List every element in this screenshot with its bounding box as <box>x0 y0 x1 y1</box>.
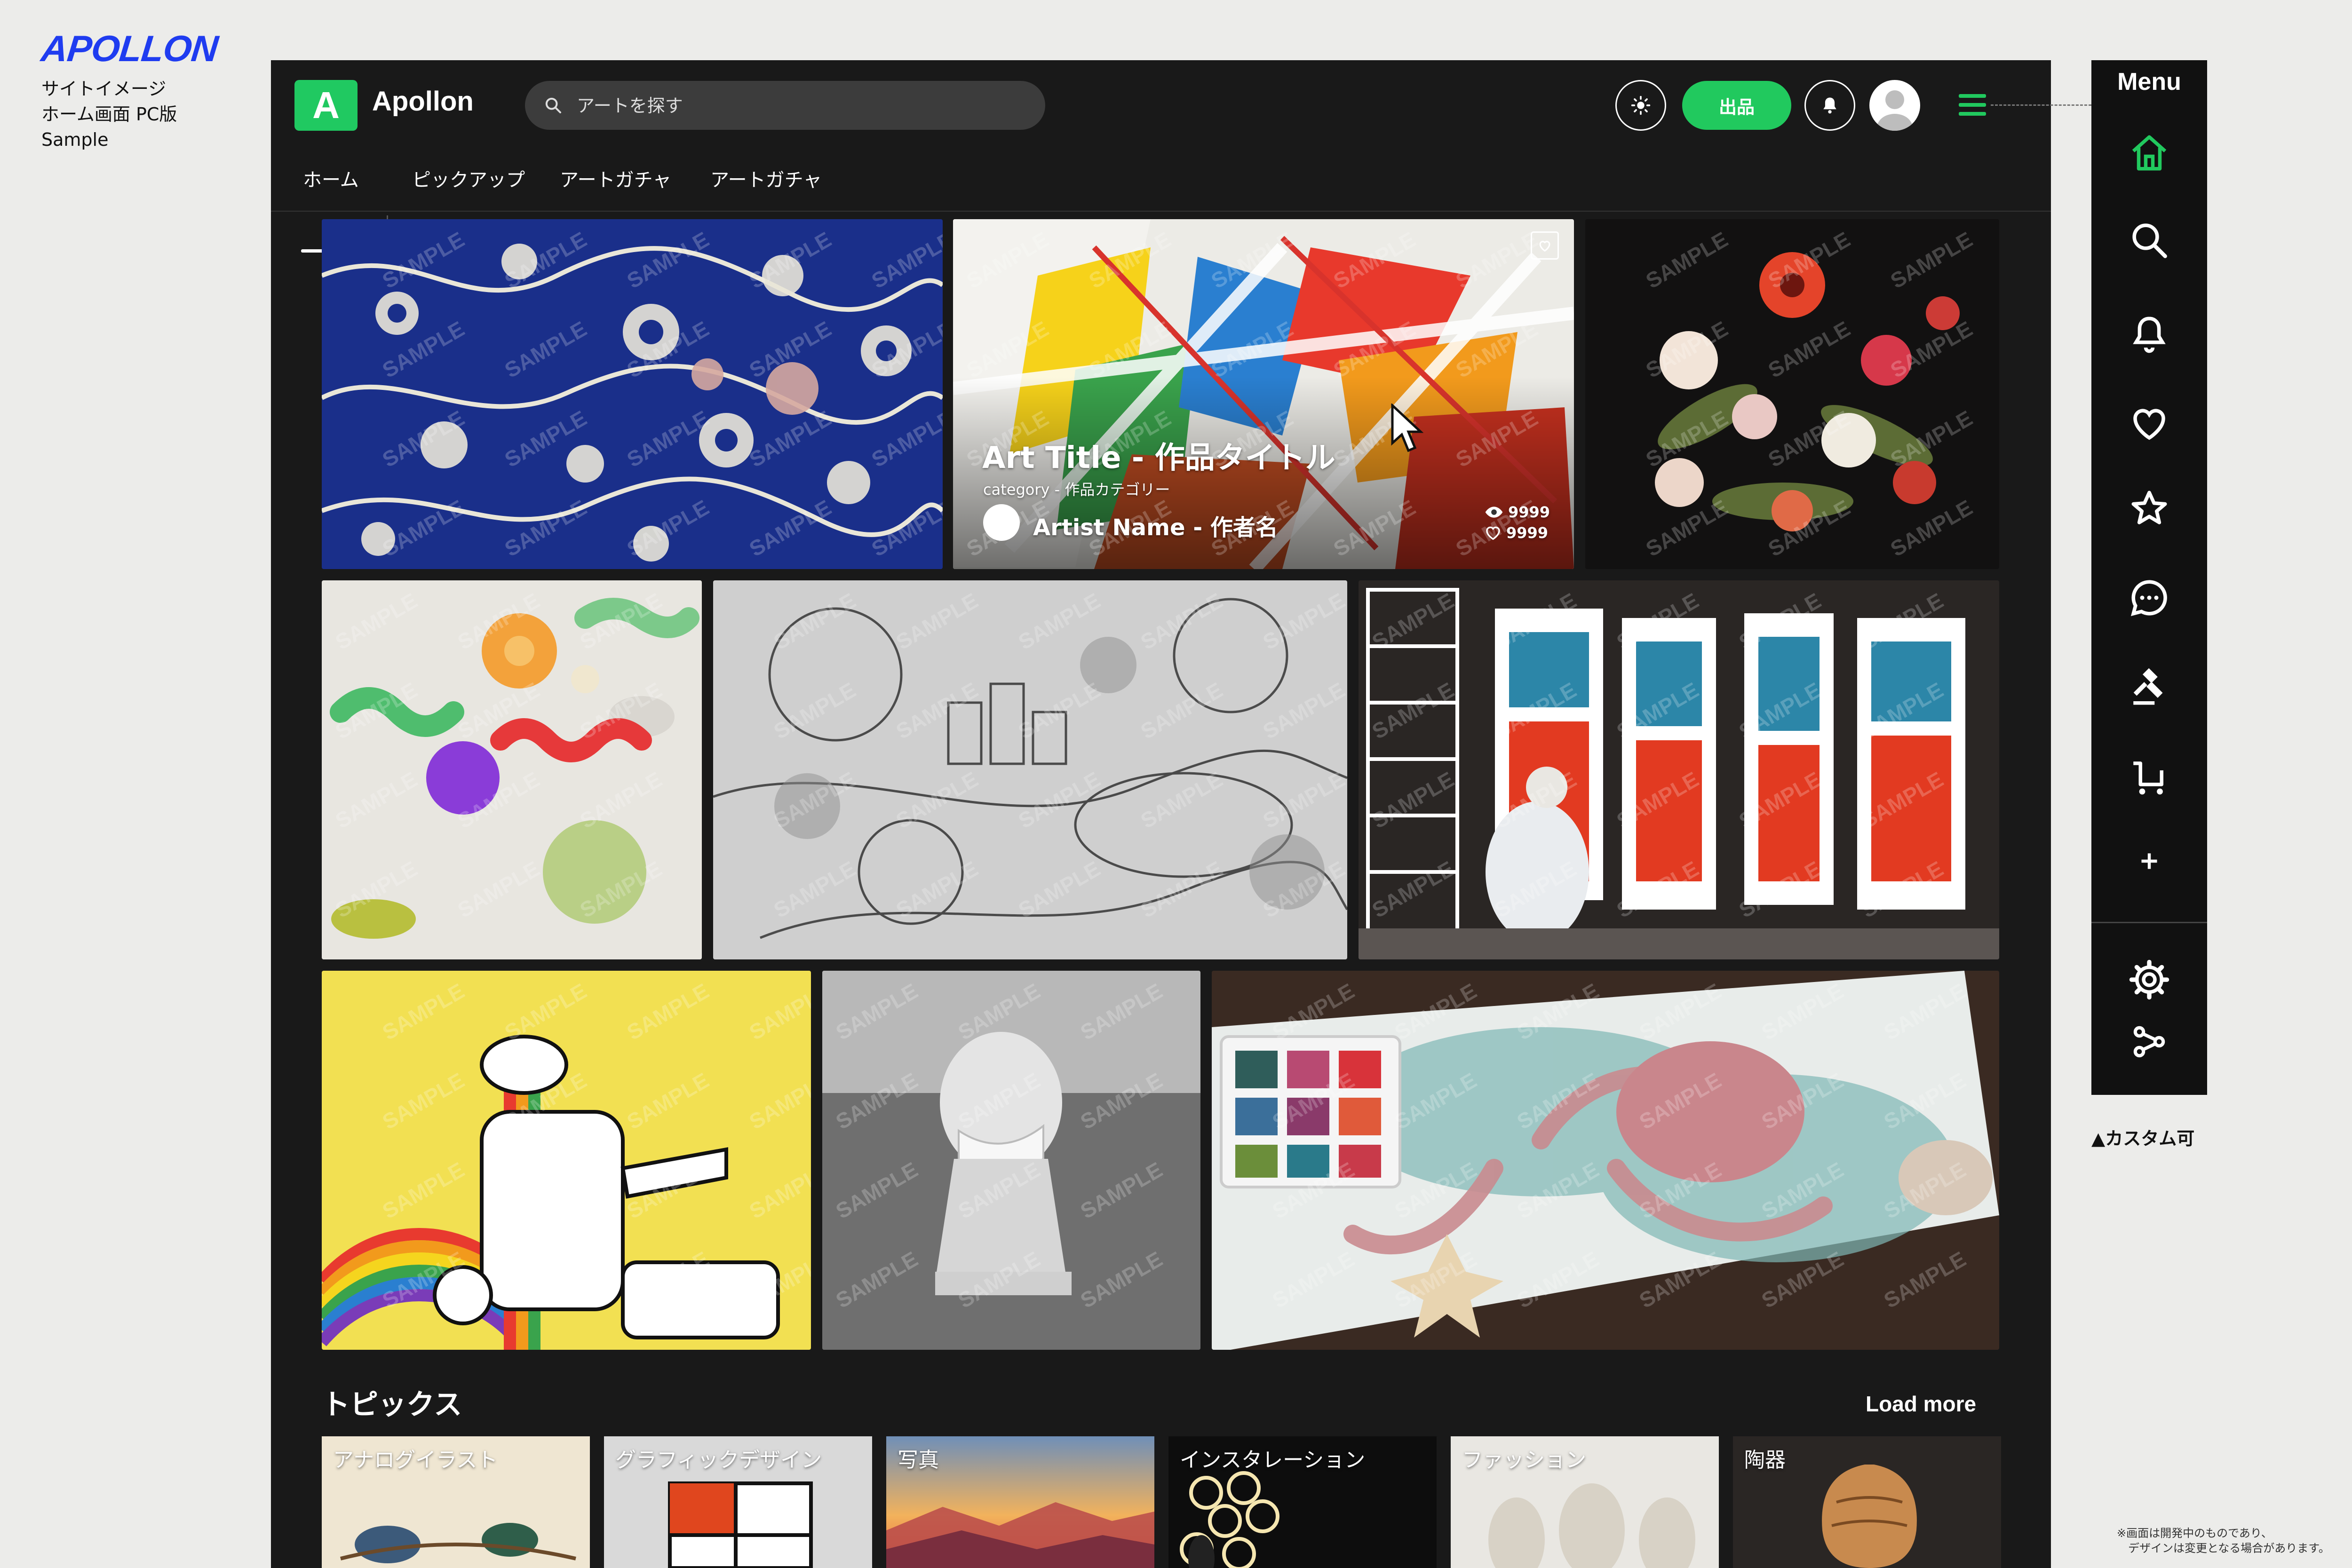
info-line-1: サイトイメージ <box>41 79 167 99</box>
top-bar: A Apollon 出品 <box>271 60 2051 150</box>
chat-icon <box>2130 580 2167 617</box>
topic-card-photo[interactable]: 写真 <box>886 1436 1154 1568</box>
search-icon <box>545 97 561 113</box>
menu-item-cart[interactable] <box>2123 752 2175 803</box>
artwork-tile-rainbow-robot[interactable]: SAMPLE SAMPLE SAMPLE SAMPLE SAMPLE SAMPLE SAMP… <box>322 971 811 1350</box>
menu-item-add[interactable] <box>2123 835 2175 887</box>
menu-item-auction[interactable] <box>2123 661 2175 713</box>
menu-item-notifications[interactable] <box>2123 309 2175 360</box>
topic-label: ファッション <box>1462 1448 1586 1472</box>
artwork-tile-flower-painting[interactable]: SAMPLE SAMPLE SAMPLE SAMPLE SAMPLE SAMPLE SAMP… <box>1585 219 1999 569</box>
star-icon <box>2131 491 2167 524</box>
tab-art-gacha-2[interactable]: アートガチャ <box>710 150 822 211</box>
like-count-value: 9999 <box>1506 524 1549 542</box>
app-logo-letter: A <box>312 84 340 126</box>
artwork-tile-sketch-city[interactable]: SAMPLE SAMPLE SAMPLE SAMPLE SAMPLE SAMPLE SAMP… <box>713 580 1347 959</box>
artwork-tile-octopus-watercolor[interactable]: SAMPLE SAMPLE SAMPLE SAMPLE SAMPLE SAMPLE SAMP… <box>1212 971 1999 1350</box>
menu-toggle-button[interactable] <box>1959 93 1986 119</box>
blue-floral-pattern <box>322 219 943 569</box>
nav-tabs: ホーム ピックアップ アートガチャ アートガチャ <box>271 150 2051 212</box>
menu-item-search[interactable] <box>2123 214 2175 266</box>
rainbow-illustration <box>322 971 811 1350</box>
cart-icon <box>2133 761 2163 795</box>
topic-card-ceramics[interactable]: 陶器 <box>1733 1436 2001 1568</box>
info-line-3: Sample <box>41 129 109 150</box>
post-button[interactable]: 出品 <box>1682 81 1791 130</box>
menu-item-favorites[interactable] <box>2123 398 2175 450</box>
topic-label: 陶器 <box>1744 1448 1786 1472</box>
topic-card-analog-illustration[interactable]: アナログイラスト <box>322 1436 590 1568</box>
search-bar[interactable] <box>525 81 1045 131</box>
topic-card-graphic-design[interactable]: グラフィックデザイン <box>604 1436 872 1568</box>
masked-statue-image <box>822 971 1200 1350</box>
artwork-tile-statue[interactable]: SAMPLE SAMPLE SAMPLE SAMPLE SAMPLE SAMPLE SAMP… <box>822 971 1200 1350</box>
side-menu-panel <box>2091 103 2207 1095</box>
user-avatar[interactable] <box>1869 80 1920 131</box>
menu-item-messages[interactable] <box>2123 572 2175 624</box>
topic-card-fashion[interactable]: ファッション <box>1451 1436 1719 1568</box>
gear-icon <box>2129 959 2169 1000</box>
artwork-tile-blue-floral[interactable]: SAMPLE SAMPLE SAMPLE SAMPLE SAMPLE SAMPLE SAMP… <box>322 219 943 569</box>
tab-pickup[interactable]: ピックアップ <box>412 150 525 211</box>
pencil-sketch-image <box>713 580 1347 959</box>
menu-item-star[interactable] <box>2123 483 2175 534</box>
view-count-value: 9999 <box>1508 503 1550 521</box>
bell-icon <box>2133 317 2166 353</box>
user-icon <box>1877 90 1913 131</box>
home-icon <box>2132 135 2167 171</box>
apollon-logo: APOLLON <box>39 28 220 69</box>
search-icon <box>2132 223 2167 258</box>
graffiti-wall-image <box>1359 580 1999 959</box>
heart-icon <box>2133 409 2165 440</box>
topic-label: アナログイラスト <box>333 1448 498 1472</box>
side-menu-title: Menu <box>2091 60 2207 103</box>
theme-toggle-button[interactable] <box>1615 80 1666 131</box>
hamburger-icon <box>1959 94 1986 116</box>
octopus-watercolor-image <box>1212 971 1999 1350</box>
flower-still-life <box>1585 219 1999 569</box>
app-window: A Apollon 出品 ホーム ピックアップ アートガチャ アートガチャ <box>271 60 2051 1568</box>
notification-button[interactable] <box>1804 80 1855 131</box>
plus-icon <box>2141 853 2157 869</box>
artist-avatar[interactable] <box>983 504 1020 541</box>
info-line-2: ホーム画面 PC版 <box>41 104 177 125</box>
load-more-button[interactable]: Load more <box>1866 1391 1976 1417</box>
artwork-tile-featured[interactable]: SAMPLE SAMPLE SAMPLE SAMPLE SAMPLE SAMPLE SAMP… <box>953 219 1574 569</box>
topic-card-installation[interactable]: インスタレーション <box>1168 1436 1437 1568</box>
topic-label: インスタレーション <box>1180 1448 1366 1472</box>
tab-art-gacha-1[interactable]: アートガチャ <box>560 150 671 211</box>
menu-item-share[interactable] <box>2123 1016 2175 1068</box>
heart-icon <box>1539 241 1550 252</box>
artwork-tile-clay-shapes[interactable]: SAMPLE SAMPLE SAMPLE SAMPLE SAMPLE SAMPLE SAMP… <box>322 580 702 959</box>
sun-icon <box>1631 95 1651 115</box>
footnote-line-2: デザインは変更となる場合があります。 <box>2128 1542 2330 1555</box>
bell-icon <box>1823 97 1836 114</box>
menu-item-home[interactable] <box>2123 127 2175 179</box>
side-menu-divider <box>2091 922 2207 923</box>
gavel-icon <box>2133 668 2163 705</box>
view-count: 9999 <box>1485 503 1550 521</box>
footnote-line-1: ※画面は開発中のものであり、 <box>2117 1527 2273 1540</box>
app-name[interactable]: Apollon <box>372 86 474 117</box>
topic-label: 写真 <box>898 1448 939 1472</box>
eye-icon <box>1485 507 1503 518</box>
cursor-icon <box>1391 404 1423 452</box>
artwork-title[interactable]: Art Title - 作品タイトル <box>982 434 1335 477</box>
artist-name[interactable]: Artist Name - 作者名 <box>1033 509 1278 542</box>
clay-shapes-image <box>322 580 702 959</box>
menu-item-settings[interactable] <box>2123 954 2175 1006</box>
tab-home[interactable]: ホーム <box>303 150 359 211</box>
artwork-category: category - 作品カテゴリー <box>983 481 1170 499</box>
search-input[interactable] <box>576 81 1029 131</box>
menu-connector-line <box>1991 104 2091 106</box>
app-logo[interactable]: A <box>294 80 358 131</box>
share-icon <box>2133 1026 2165 1058</box>
topics-heading: トピックス <box>322 1388 462 1421</box>
heart-outline-icon <box>1486 526 1500 540</box>
topic-label: グラフィックデザイン <box>615 1448 822 1472</box>
like-count: 9999 <box>1485 524 1548 542</box>
favorite-button[interactable] <box>1531 231 1559 260</box>
artwork-tile-graffiti[interactable]: SAMPLE SAMPLE SAMPLE SAMPLE SAMPLE SAMPLE SAMP… <box>1359 580 1999 959</box>
customizable-note: ▲カスタム可 <box>2091 1128 2195 1149</box>
